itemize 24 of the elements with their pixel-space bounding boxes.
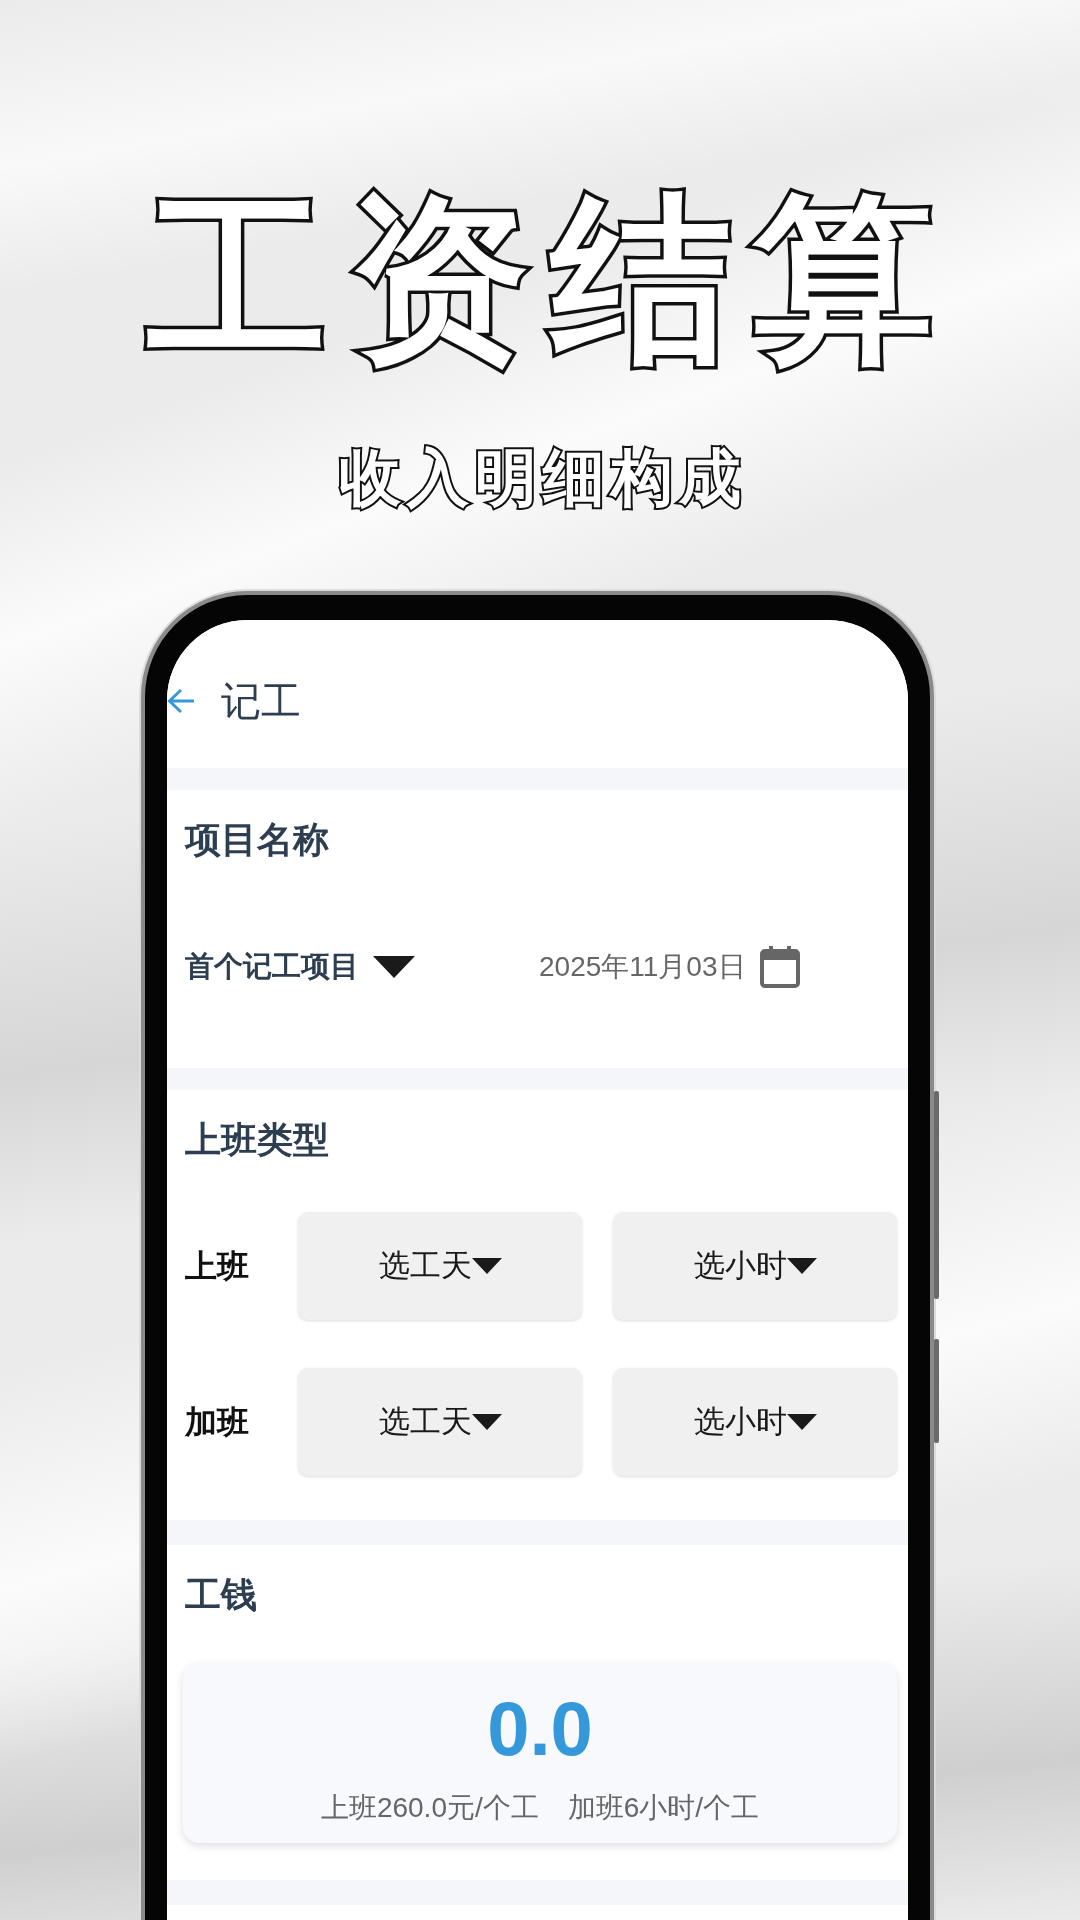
day-dropdown[interactable]: 选工天 [298,1212,582,1320]
day-dropdown[interactable]: 选工天 [298,1368,582,1476]
date-picker[interactable]: 2025年11月03日 [539,946,800,988]
shift-label: 加班 [185,1403,249,1442]
project-dropdown[interactable]: 首个记工项目 [185,947,415,987]
section-heading: 工钱 [185,1573,257,1617]
caret-icon [786,1414,817,1430]
hour-dropdown[interactable]: 选小时 [613,1368,897,1476]
calendar-icon [759,946,800,988]
headline-title: 工资结算 [125,180,955,380]
hour-dropdown[interactable]: 选小时 [613,1212,897,1320]
caret-icon [471,1414,502,1430]
caret-icon [471,1258,502,1274]
page-title: 记工 [221,678,301,725]
caret-icon [373,956,415,978]
back-arrow-icon[interactable] [167,688,195,714]
rate-text: 上班260.0元/个工 [320,1791,539,1825]
section-heading: 项目名称 [185,818,329,862]
wage-amount: 0.0 [487,1689,593,1769]
section-heading: 上班类型 [185,1118,329,1162]
caret-icon [786,1258,817,1274]
rate-text: 加班6小时/个工 [567,1791,760,1825]
headline-subtitle: 收入明细构成 [337,443,747,513]
shift-label: 上班 [185,1247,249,1286]
